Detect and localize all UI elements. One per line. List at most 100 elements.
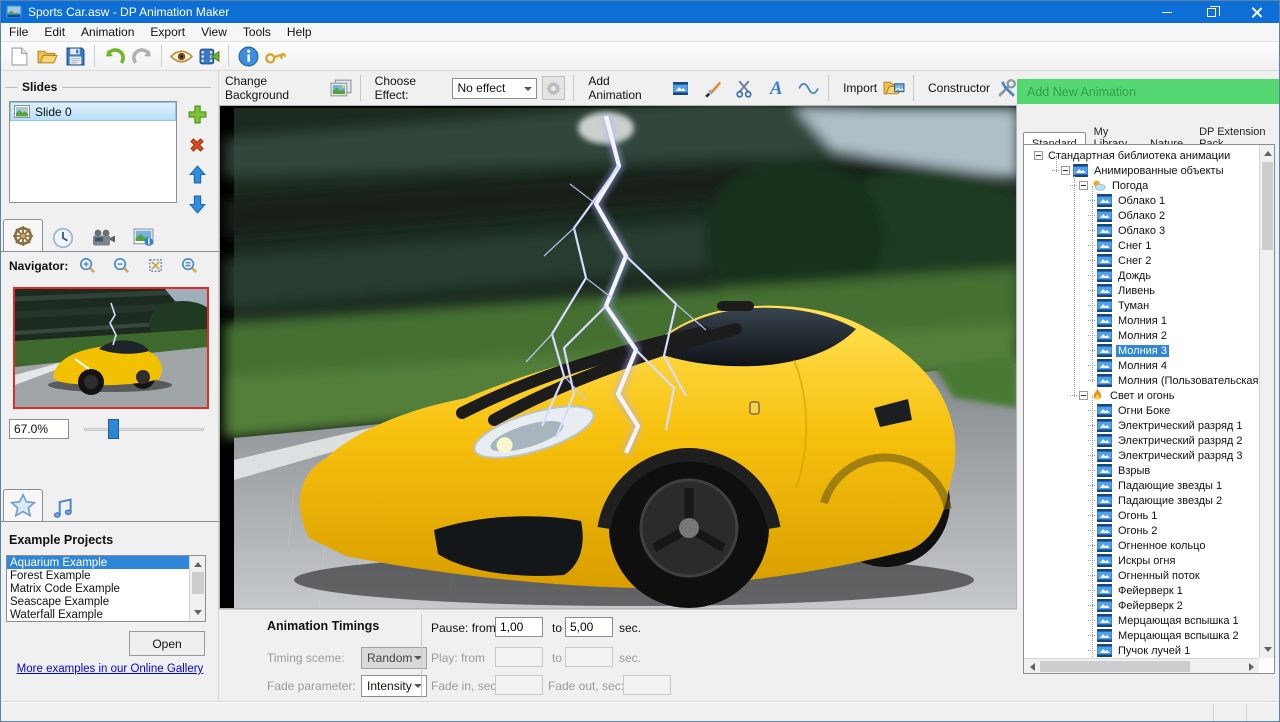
- export-video-button[interactable]: [195, 43, 223, 69]
- zoom-fit-button[interactable]: [147, 257, 164, 277]
- scroll-left-arrow[interactable]: [1024, 659, 1039, 674]
- plus-slide-button[interactable]: [185, 103, 209, 126]
- scroll-up-arrow[interactable]: [190, 556, 206, 572]
- pause-to-input[interactable]: [565, 617, 613, 637]
- example-project-item[interactable]: Forest Example: [7, 569, 190, 582]
- tree-item[interactable]: Туман: [1026, 298, 1259, 313]
- new-file-button[interactable]: [5, 43, 33, 69]
- zoom-in-button[interactable]: [79, 257, 96, 277]
- eye-button[interactable]: [167, 43, 195, 69]
- tree-hscrollbar[interactable]: [1024, 658, 1259, 673]
- tree-item[interactable]: Огни Боке: [1026, 403, 1259, 418]
- tree-item[interactable]: Молния 1: [1026, 313, 1259, 328]
- tree-item[interactable]: Молния (Пользовательская): [1026, 373, 1259, 388]
- change-background-label[interactable]: Change Background: [225, 74, 324, 102]
- example-project-item[interactable]: Waterfall Example: [7, 608, 190, 621]
- menu-item-view[interactable]: View: [193, 24, 235, 40]
- tree-expander[interactable]: [1034, 151, 1043, 160]
- examples-scrollbar[interactable]: [189, 556, 205, 621]
- slide-list[interactable]: Slide 0: [9, 101, 177, 203]
- add-wave-animation-button[interactable]: [796, 75, 820, 101]
- menu-item-help[interactable]: Help: [279, 24, 320, 40]
- redo-button[interactable]: [128, 43, 156, 69]
- tab-wheel[interactable]: [3, 219, 43, 251]
- tree-item[interactable]: Анимированные объекты: [1026, 163, 1259, 178]
- tree-item[interactable]: Мерцающая вспышка 2: [1026, 628, 1259, 643]
- online-gallery-link[interactable]: More examples in our Online Gallery: [1, 663, 219, 675]
- scroll-right-arrow[interactable]: [1244, 659, 1259, 674]
- tree-item[interactable]: Электрический разряд 1: [1026, 418, 1259, 433]
- slide-item[interactable]: Slide 0: [10, 102, 176, 121]
- tree-item[interactable]: Электрический разряд 3: [1026, 448, 1259, 463]
- effect-select[interactable]: No effect: [452, 78, 537, 99]
- tree-item[interactable]: Дождь: [1026, 268, 1259, 283]
- tree-item[interactable]: Снег 2: [1026, 253, 1259, 268]
- tab-camera[interactable]: [83, 224, 123, 251]
- open-folder-button[interactable]: [33, 43, 61, 69]
- tree-item[interactable]: Огонь 2: [1026, 523, 1259, 538]
- arrow-down-slide-button[interactable]: [185, 193, 209, 216]
- tab-star[interactable]: [3, 489, 43, 521]
- tree-item[interactable]: Фейерверк 1: [1026, 583, 1259, 598]
- restore-button[interactable]: [1189, 1, 1234, 23]
- tree-item[interactable]: Молния 4: [1026, 358, 1259, 373]
- tree-item[interactable]: Молния 3: [1026, 343, 1259, 358]
- effect-settings-button[interactable]: [542, 76, 566, 100]
- key-button[interactable]: [262, 43, 290, 69]
- tree-item[interactable]: Погода: [1026, 178, 1259, 193]
- scrollbar-thumb[interactable]: [1040, 661, 1190, 672]
- tree-item[interactable]: Огненный поток: [1026, 568, 1259, 583]
- example-projects-list[interactable]: Aquarium ExampleForest ExampleMatrix Cod…: [6, 555, 206, 622]
- zoom-actual-button[interactable]: [181, 257, 198, 277]
- constructor-label[interactable]: Constructor: [928, 81, 990, 95]
- save-button[interactable]: [61, 43, 89, 69]
- add-brush-animation-button[interactable]: [700, 75, 724, 101]
- tools-icon[interactable]: [996, 78, 1017, 99]
- add-letter-a-animation-button[interactable]: A: [764, 75, 788, 101]
- zoom-slider-track[interactable]: [84, 428, 204, 431]
- tree-item[interactable]: Облако 2: [1026, 208, 1259, 223]
- open-button[interactable]: Open: [129, 631, 205, 656]
- tree-vscrollbar[interactable]: [1259, 145, 1274, 658]
- tree-item[interactable]: Пучок лучей 1: [1026, 643, 1259, 658]
- tree-expander[interactable]: [1079, 181, 1088, 190]
- tree-expander[interactable]: [1079, 391, 1088, 400]
- timing-scheme-select[interactable]: Random: [361, 647, 427, 669]
- menu-item-export[interactable]: Export: [142, 24, 193, 40]
- menu-item-animation[interactable]: Animation: [73, 24, 142, 40]
- import-folder-icon[interactable]: [883, 79, 905, 97]
- animation-tree[interactable]: Стандартная библиотека анимацииАнимирова…: [1024, 145, 1259, 658]
- minimize-button[interactable]: [1144, 1, 1189, 23]
- tree-expander[interactable]: [1061, 166, 1070, 175]
- close-button[interactable]: [1234, 1, 1279, 23]
- tab-clock[interactable]: [43, 224, 83, 251]
- example-project-item[interactable]: Aquarium Example: [7, 556, 190, 569]
- tree-item[interactable]: Взрыв: [1026, 463, 1259, 478]
- tree-item[interactable]: Снег 1: [1026, 238, 1259, 253]
- delete-slide-button[interactable]: [185, 133, 209, 156]
- scroll-down-arrow[interactable]: [190, 605, 206, 621]
- fade-parameter-select[interactable]: Intensity: [361, 675, 427, 697]
- tree-item[interactable]: Свет и огонь: [1026, 388, 1259, 403]
- add-tv-animation-button[interactable]: [668, 75, 692, 101]
- zoom-value-field[interactable]: 67.0%: [9, 419, 69, 439]
- example-project-item[interactable]: Seascape Example: [7, 595, 190, 608]
- scroll-down-arrow[interactable]: [1260, 642, 1275, 658]
- tree-item[interactable]: Искры огня: [1026, 553, 1259, 568]
- tab-music[interactable]: [43, 494, 83, 521]
- menu-item-tools[interactable]: Tools: [235, 24, 279, 40]
- example-project-item[interactable]: Matrix Code Example: [7, 582, 190, 595]
- tree-item[interactable]: Молния 2: [1026, 328, 1259, 343]
- tree-item[interactable]: Огонь 1: [1026, 508, 1259, 523]
- scroll-up-arrow[interactable]: [1260, 145, 1275, 161]
- navigator-thumbnail[interactable]: [13, 287, 209, 409]
- scrollbar-thumb[interactable]: [1262, 162, 1273, 250]
- add-scissors-animation-button[interactable]: [732, 75, 756, 101]
- tree-item[interactable]: Падающие звезды 1: [1026, 478, 1259, 493]
- import-label[interactable]: Import: [843, 81, 877, 95]
- tree-item[interactable]: Фейерверк 2: [1026, 598, 1259, 613]
- zoom-slider-handle[interactable]: [108, 419, 119, 439]
- menu-item-file[interactable]: File: [1, 24, 36, 40]
- canvas[interactable]: [219, 105, 1017, 609]
- tab-image-info[interactable]: [123, 224, 163, 251]
